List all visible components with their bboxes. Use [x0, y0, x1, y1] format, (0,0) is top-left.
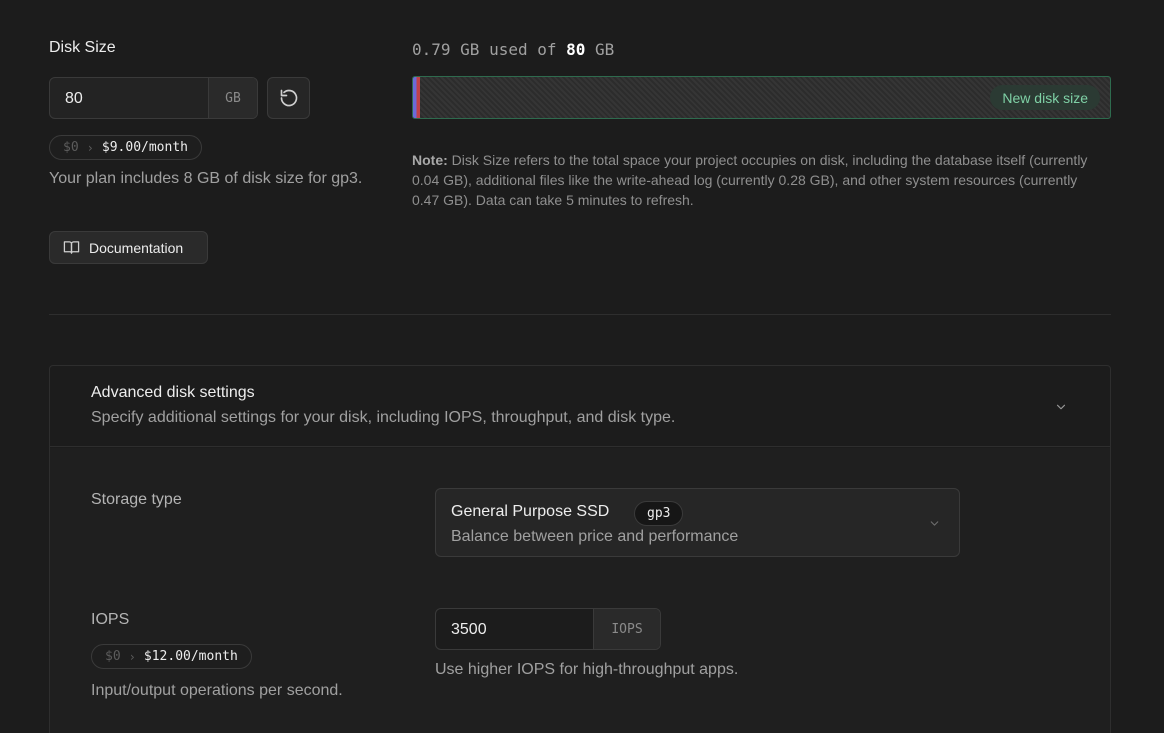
- disk-price-old: $0: [63, 140, 79, 155]
- disk-usage-used: 0.79 GB used of: [412, 40, 557, 59]
- disk-plan-text: Your plan includes 8 GB of disk size for…: [49, 170, 363, 187]
- iops-description: Input/output operations per second.: [91, 682, 343, 699]
- advanced-disk-settings-panel: Advanced disk settings Specify additiona…: [49, 365, 1111, 733]
- disk-size-unit: GB: [208, 78, 257, 118]
- chevron-right-icon: ›: [86, 140, 94, 155]
- disk-size-input-group[interactable]: 80 GB: [49, 77, 258, 119]
- disk-usage-fill: [413, 77, 420, 118]
- chevron-right-icon: ›: [128, 649, 136, 664]
- section-divider: [49, 314, 1111, 315]
- iops-label: IOPS: [91, 611, 130, 628]
- disk-usage-total: 80: [566, 40, 586, 59]
- chevron-down-icon[interactable]: [1054, 400, 1068, 414]
- disk-size-input[interactable]: 80: [50, 78, 208, 118]
- documentation-button[interactable]: Documentation: [49, 231, 208, 264]
- disk-price-new: $9.00/month: [101, 140, 188, 155]
- documentation-label: Documentation: [89, 239, 184, 256]
- book-icon: [63, 241, 80, 254]
- note-text: Disk Size refers to the total space your…: [412, 152, 1088, 208]
- disk-usage-bar: New disk size: [412, 76, 1111, 119]
- iops-unit: IOPS: [593, 609, 660, 649]
- reset-icon: [280, 89, 297, 107]
- iops-help-text: Use higher IOPS for high-throughput apps…: [435, 661, 739, 678]
- iops-input[interactable]: 3500: [436, 609, 593, 649]
- storage-type-name: General Purpose SSD: [451, 503, 610, 520]
- storage-type-subtitle: Balance between price and performance: [451, 528, 739, 545]
- advanced-settings-body: Storage type General Purpose SSD gp3 Bal…: [50, 448, 1110, 733]
- reset-button[interactable]: [267, 77, 310, 119]
- storage-type-label: Storage type: [91, 491, 182, 508]
- new-disk-size-tag: New disk size: [990, 85, 1100, 110]
- iops-price-new: $12.00/month: [143, 649, 238, 664]
- disk-size-title: Disk Size: [49, 39, 116, 56]
- advanced-settings-description: Specify additional settings for your dis…: [91, 409, 676, 426]
- iops-input-group[interactable]: 3500 IOPS: [435, 608, 661, 650]
- chevron-down-icon: [930, 521, 939, 526]
- advanced-settings-title: Advanced disk settings: [91, 384, 255, 401]
- disk-usage-unit: GB: [595, 40, 615, 59]
- disk-size-note: Note: Disk Size refers to the total spac…: [412, 150, 1102, 210]
- disk-price-pill: $0 › $9.00/month: [49, 135, 202, 160]
- storage-type-code-badge: gp3: [634, 501, 684, 526]
- disk-usage-text: 0.79 GB used of 80 GB: [412, 40, 614, 59]
- iops-price-pill: $0 › $12.00/month: [91, 644, 252, 669]
- storage-type-select[interactable]: General Purpose SSD gp3 Balance between …: [435, 488, 960, 557]
- advanced-settings-header[interactable]: Advanced disk settings Specify additiona…: [50, 366, 1110, 447]
- note-label: Note:: [412, 152, 448, 168]
- iops-price-old: $0: [105, 649, 121, 664]
